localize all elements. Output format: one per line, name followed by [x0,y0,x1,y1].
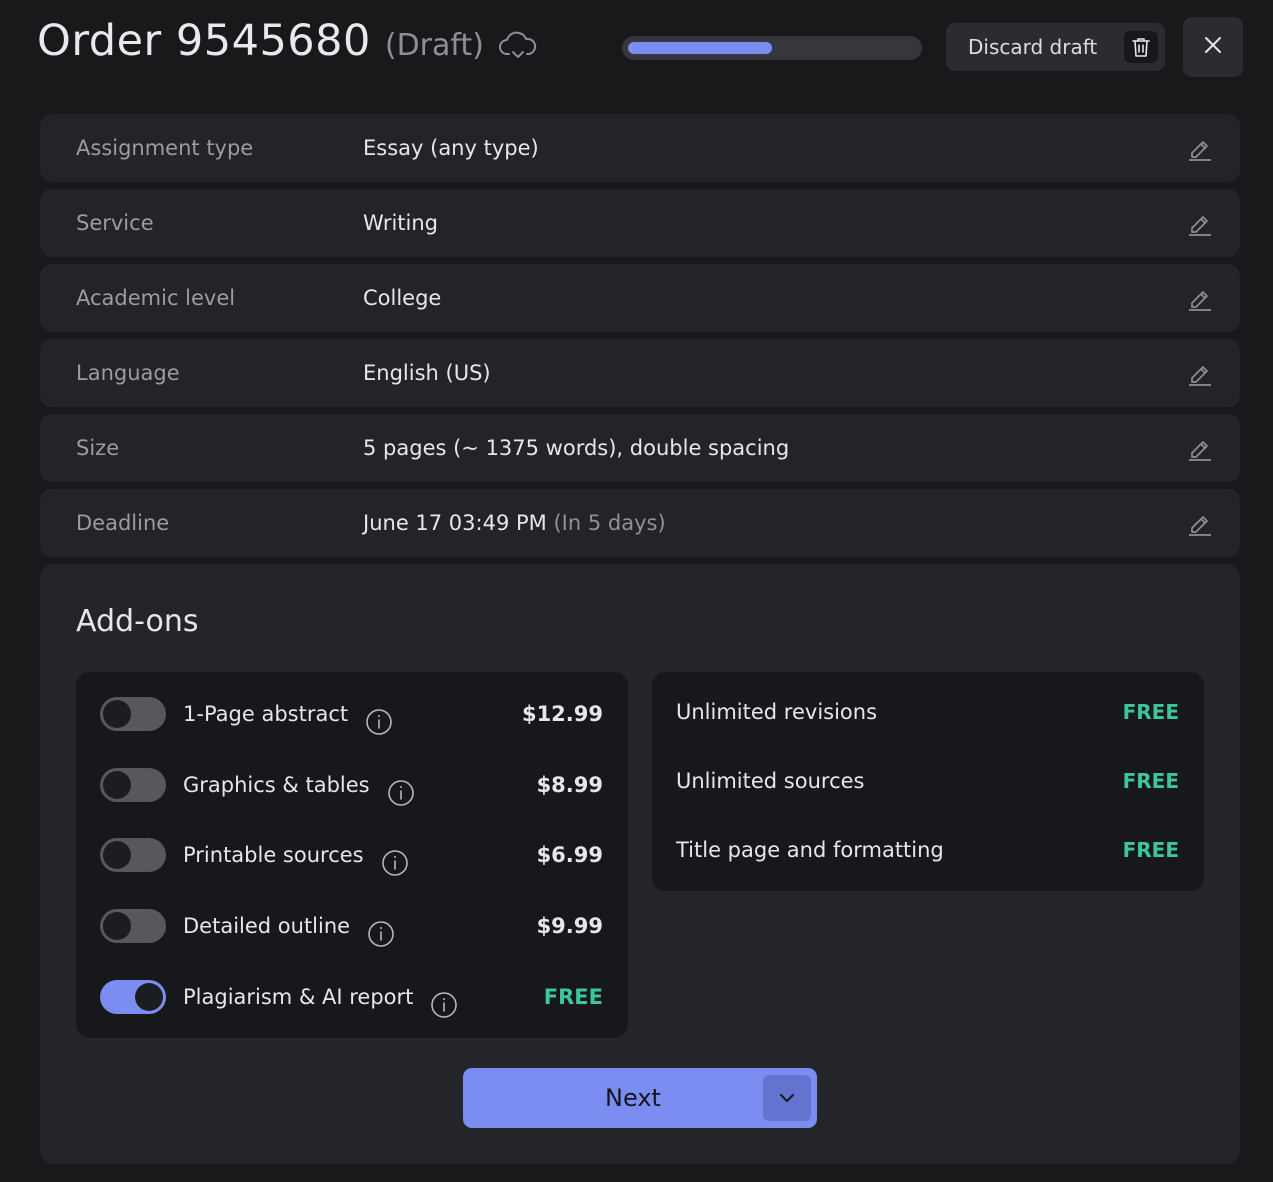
detail-value: Writing [363,211,438,235]
detail-row-assignment-type: Assignment type Essay (any type) [40,114,1240,182]
close-icon [1204,36,1222,58]
pencil-icon[interactable] [1186,359,1214,387]
paid-addons-list: 1-Page abstract $12.99 Graphics & tables… [76,672,628,1038]
addon-price: $9.99 [536,914,603,938]
addon-toggle[interactable] [100,980,166,1014]
addon-label: Printable sources [183,825,409,885]
addon-item-abstract: 1-Page abstract $12.99 [76,684,628,744]
addon-item-plagiarism-report: Plagiarism & AI report FREE [76,967,628,1027]
addon-item-printable-sources: Printable sources $6.99 [76,825,628,885]
addon-price: $8.99 [536,773,603,797]
detail-label: Deadline [76,511,170,535]
free-badge: FREE [1122,838,1179,862]
toggle-knob [103,700,131,728]
chevron-down-icon [778,1089,796,1108]
addon-toggle[interactable] [100,909,166,943]
progress-fill [628,42,772,54]
addon-label: Plagiarism & AI report [183,967,458,1027]
next-button[interactable]: Next [463,1068,817,1128]
detail-row-size: Size 5 pages (~ 1375 words), double spac… [40,414,1240,482]
included-item: Unlimited revisions FREE [652,682,1204,742]
addon-toggle[interactable] [100,697,166,731]
detail-label: Assignment type [76,136,254,160]
next-button-label: Next [605,1084,661,1112]
detail-value: College [363,286,442,310]
detail-value: 5 pages (~ 1375 words), double spacing [363,436,790,460]
addon-label: Detailed outline [183,896,395,956]
pencil-icon[interactable] [1186,284,1214,312]
discard-draft-label: Discard draft [968,35,1098,59]
toggle-knob [135,983,163,1011]
pencil-icon[interactable] [1186,134,1214,162]
cloud-check-icon [499,30,537,64]
order-number: Order 9545680 [37,16,371,66]
detail-value: June 17 03:49 PM (In 5 days) [363,511,666,535]
pencil-icon[interactable] [1186,434,1214,462]
addon-label: 1-Page abstract [183,684,393,744]
addons-title: Add-ons [76,604,199,639]
toggle-knob [103,771,131,799]
addon-toggle[interactable] [100,768,166,802]
included-label: Unlimited sources [676,769,865,793]
included-item: Unlimited sources FREE [652,751,1204,811]
free-badge: FREE [1122,700,1179,724]
detail-label: Academic level [76,286,236,310]
toggle-knob [103,841,131,869]
info-icon[interactable] [367,911,395,947]
draft-status: (Draft) [384,28,484,63]
detail-value: English (US) [363,361,491,385]
addon-price: FREE [543,985,603,1009]
included-item: Title page and formatting FREE [652,820,1204,880]
pencil-icon[interactable] [1186,209,1214,237]
order-header: Order 9545680 (Draft) Discard draft [0,0,1273,95]
addon-price: $6.99 [536,843,603,867]
addon-label: Graphics & tables [183,755,415,815]
addon-toggle[interactable] [100,838,166,872]
detail-value: Essay (any type) [363,136,539,160]
toggle-knob [103,912,131,940]
included-features-list: Unlimited revisions FREE Unlimited sourc… [652,672,1204,891]
info-icon[interactable] [381,840,409,876]
info-icon[interactable] [430,982,458,1018]
info-icon[interactable] [365,699,393,735]
detail-row-service: Service Writing [40,189,1240,257]
info-icon[interactable] [387,770,415,806]
addon-price: $12.99 [521,702,603,726]
discard-draft-button[interactable]: Discard draft [946,23,1165,71]
free-badge: FREE [1122,769,1179,793]
pencil-icon[interactable] [1186,509,1214,537]
addons-section: Add-ons 1-Page abstract $12.99 Graphics … [40,564,1240,1164]
page-title: Order 9545680 (Draft) [37,16,484,66]
detail-row-language: Language English (US) [40,339,1240,407]
detail-label: Service [76,211,154,235]
addon-item-outline: Detailed outline $9.99 [76,896,628,956]
detail-label: Size [76,436,120,460]
included-label: Unlimited revisions [676,700,878,724]
deadline-relative: (In 5 days) [553,511,666,535]
detail-row-deadline: Deadline June 17 03:49 PM (In 5 days) [40,489,1240,557]
included-label: Title page and formatting [676,838,944,862]
addon-item-graphics: Graphics & tables $8.99 [76,755,628,815]
close-button[interactable] [1183,17,1243,77]
order-progress-bar [622,36,922,60]
next-options-dropdown[interactable] [763,1075,811,1121]
detail-label: Language [76,361,180,385]
detail-row-academic-level: Academic level College [40,264,1240,332]
trash-icon[interactable] [1124,31,1158,63]
